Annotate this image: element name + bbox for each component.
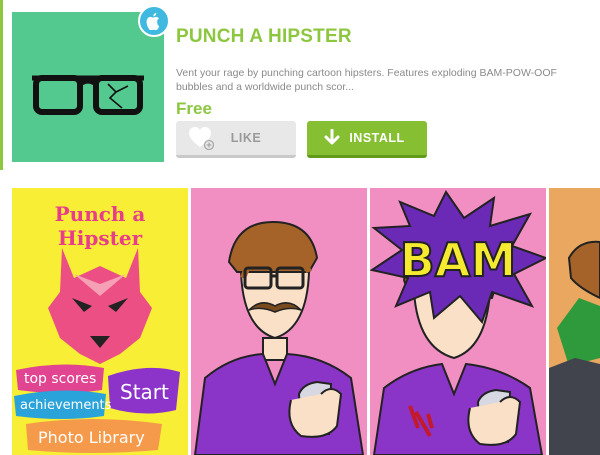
bam-burst-text: BAM: [400, 233, 516, 287]
apple-badge: [138, 5, 170, 37]
app-icon[interactable]: [12, 12, 164, 162]
download-arrow-icon: [315, 129, 349, 147]
screenshot-2[interactable]: [191, 188, 367, 455]
heart-add-icon: [184, 126, 218, 150]
menu-achievements: achievements: [20, 398, 112, 413]
wolf-illustration: [48, 248, 152, 364]
like-label: LIKE: [230, 131, 262, 145]
apple-icon: [146, 13, 160, 30]
screenshot-1[interactable]: Punch a Hipster top scores Start achieve…: [12, 188, 188, 455]
left-accent-bar: [0, 0, 3, 170]
app-title[interactable]: PUNCH A HIPSTER: [176, 26, 352, 48]
install-button[interactable]: INSTALL: [307, 121, 427, 158]
bam-punch-illustration: BAM: [370, 190, 546, 455]
menu-top-scores: top scores: [24, 371, 97, 387]
screenshot-carousel[interactable]: Punch a Hipster top scores Start achieve…: [0, 188, 600, 455]
install-label: INSTALL: [349, 131, 405, 145]
partial-illustration: [549, 240, 600, 455]
like-button[interactable]: LIKE: [176, 121, 296, 158]
app-description: Vent your rage by punching cartoon hipst…: [176, 67, 557, 93]
screenshot-4-partial[interactable]: [549, 188, 600, 455]
screenshot-3[interactable]: BAM: [370, 188, 546, 455]
menu-photo-library: Photo Library: [38, 428, 145, 447]
app-price: Free: [176, 99, 212, 118]
glasses-icon: [32, 75, 144, 115]
hipster-illustration: [193, 220, 365, 455]
menu-start: Start: [120, 380, 169, 404]
